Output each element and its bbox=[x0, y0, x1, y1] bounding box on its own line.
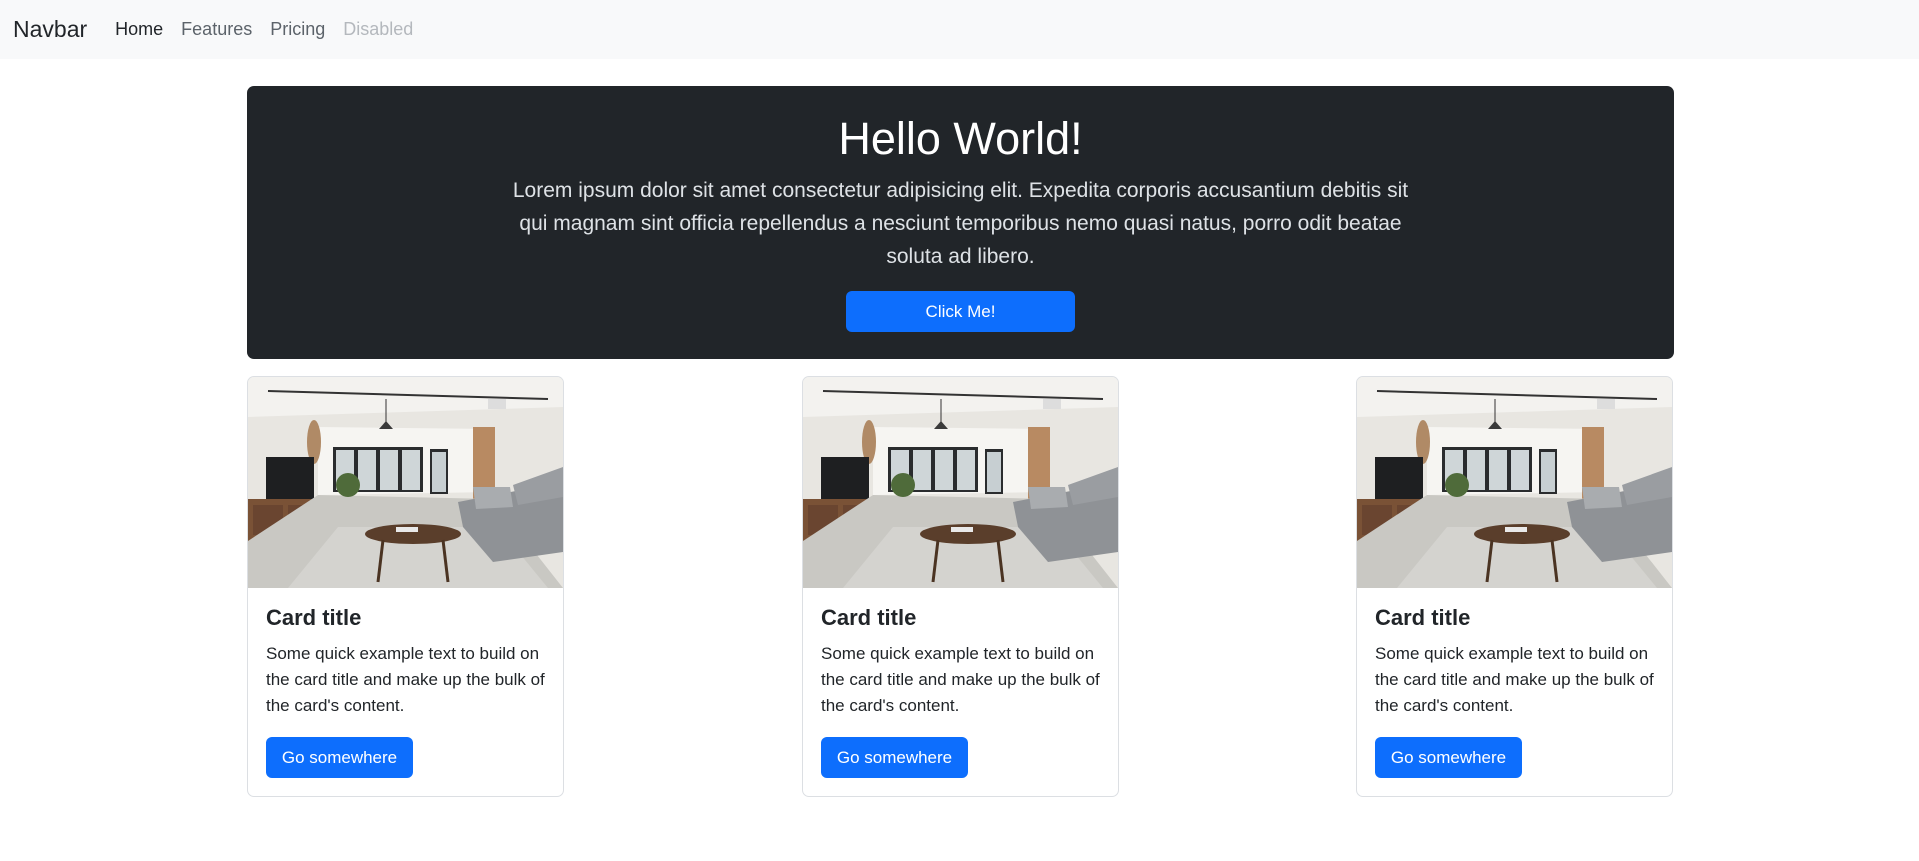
hero-title: Hello World! bbox=[838, 113, 1083, 164]
card: Card title Some quick example text to bu… bbox=[1356, 376, 1673, 797]
hero-banner: Hello World! Lorem ipsum dolor sit amet … bbox=[247, 86, 1674, 359]
click-me-button[interactable]: Click Me! bbox=[846, 291, 1075, 332]
card: Card title Some quick example text to bu… bbox=[247, 376, 564, 797]
hero-text: Lorem ipsum dolor sit amet consectetur a… bbox=[512, 179, 1409, 268]
go-somewhere-button[interactable]: Go somewhere bbox=[821, 737, 968, 778]
card-text: Some quick example text to build on the … bbox=[266, 644, 545, 715]
nav-link-disabled: Disabled bbox=[343, 19, 414, 39]
nav-link-home[interactable]: Home bbox=[115, 19, 163, 40]
card-text: Some quick example text to build on the … bbox=[1375, 644, 1654, 715]
card-image bbox=[1357, 377, 1672, 588]
card-text: Some quick example text to build on the … bbox=[821, 644, 1100, 715]
nav-link-pricing[interactable]: Pricing bbox=[270, 19, 325, 40]
navbar: Navbar Home Features Pricing Disabled bbox=[0, 0, 1919, 59]
card-title: Card title bbox=[821, 605, 917, 630]
go-somewhere-button[interactable]: Go somewhere bbox=[266, 737, 413, 778]
card-title: Card title bbox=[266, 605, 362, 630]
navbar-brand[interactable]: Navbar bbox=[13, 16, 87, 43]
card-title: Card title bbox=[1375, 605, 1471, 630]
card-image bbox=[248, 377, 563, 588]
go-somewhere-button[interactable]: Go somewhere bbox=[1375, 737, 1522, 778]
card-image bbox=[803, 377, 1118, 588]
card: Card title Some quick example text to bu… bbox=[802, 376, 1119, 797]
nav-link-features[interactable]: Features bbox=[181, 19, 252, 40]
